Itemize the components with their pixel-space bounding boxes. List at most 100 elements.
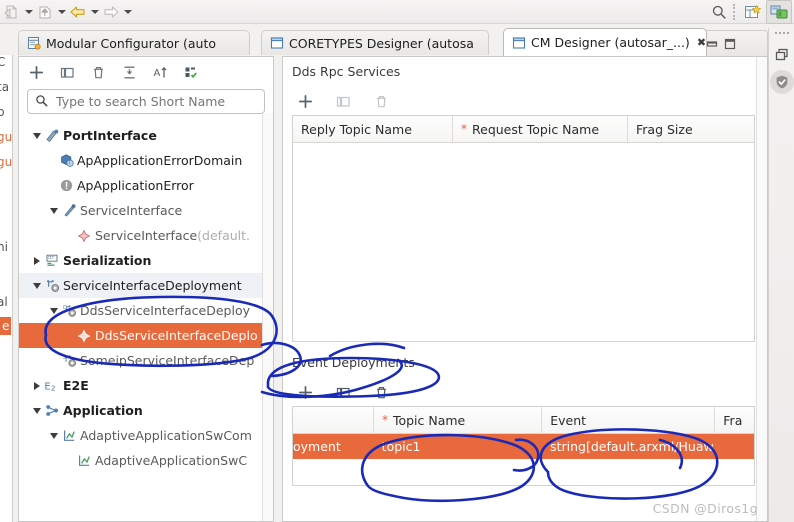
table-header-row: * Topic Name Event Fra xyxy=(293,407,754,434)
delete-icon[interactable] xyxy=(89,63,107,81)
delete-icon xyxy=(373,93,389,109)
editor-vertical-scrollbar[interactable] xyxy=(756,57,767,521)
tree-item-someipserviceinterfacedeployment[interactable]: S SomeipServiceInterfaceDep xyxy=(19,348,273,373)
cm-designer-editor: Dds Rpc Services Reply Topic Name * Requ… xyxy=(282,56,768,522)
tree-item-adaptiveapplicationswcomponenttype-instance[interactable]: AdaptiveApplicationSwC xyxy=(19,448,273,473)
toolbar-separator xyxy=(733,3,736,20)
editor-tab-coretypes-designer[interactable]: CORETYPES Designer (autosa xyxy=(261,30,489,55)
maximize-icon[interactable] xyxy=(722,36,738,52)
add-icon[interactable] xyxy=(297,384,313,400)
error-icon xyxy=(57,178,75,193)
tree-item-portinterface[interactable]: PortInterface xyxy=(19,123,273,148)
event-deployments-table-body[interactable]: oyment topic1 string[default.arxml/Huaw xyxy=(293,434,754,485)
perspective-modeling-icon[interactable] xyxy=(740,0,766,24)
model-tree: PortInterface i ApApplicationErrorDomain… xyxy=(19,123,273,517)
configurator-icon xyxy=(27,36,41,50)
shield-icon[interactable] xyxy=(769,70,794,94)
expander-down-icon[interactable] xyxy=(30,282,43,289)
search-input-wrapper[interactable] xyxy=(27,89,265,114)
duplicate-icon[interactable] xyxy=(335,384,351,400)
watermark: CSDN @Diros1g xyxy=(652,501,758,516)
service-interface-icon xyxy=(60,203,78,218)
tree-item-suffix: (default. xyxy=(197,228,251,243)
search-icon[interactable] xyxy=(709,2,729,22)
tree-item-ddsserviceinterfacedeployment-instance[interactable]: DdsServiceInterfaceDeplo xyxy=(19,323,273,348)
event-deployments-toolbar xyxy=(283,378,767,406)
restore-icon[interactable] xyxy=(770,43,794,67)
clipped-text-fragment: gu xyxy=(0,130,13,144)
search-input[interactable] xyxy=(54,93,253,110)
tree-item-label: SomeipServiceInterfaceDep xyxy=(80,353,255,368)
column-header-frag-size[interactable]: Frag Size xyxy=(628,116,753,142)
event-deployments-table: * Topic Name Event Fra oyment topic1 str… xyxy=(292,406,755,486)
error-domain-icon: i xyxy=(57,153,75,168)
tree-item-serviceinterfacedeployment[interactable]: ServiceInterfaceDeployment xyxy=(19,273,273,298)
forward-arrow-icon[interactable] xyxy=(101,2,121,22)
section-title-dds-rpc-services: Dds Rpc Services xyxy=(292,64,401,79)
duplicate-icon[interactable] xyxy=(58,63,76,81)
perspective-configuration-icon[interactable] xyxy=(766,0,792,24)
tree-item-adaptiveapplicationswcomponenttype-group[interactable]: AdaptiveApplicationSwCom xyxy=(19,423,273,448)
tree-item-application[interactable]: Application xyxy=(19,398,273,423)
toolbar-nav-group xyxy=(0,2,134,22)
close-icon[interactable]: ✖ xyxy=(697,36,706,49)
perspective-bar-drag-handle[interactable] xyxy=(774,32,789,40)
expander-down-icon[interactable] xyxy=(47,207,60,214)
tree-item-label: ServiceInterface xyxy=(80,203,183,218)
column-header-topic-name[interactable]: * Topic Name xyxy=(374,407,543,433)
editor-tab-cm-designer[interactable]: CM Designer (autosar_...) ✖ xyxy=(503,28,707,56)
collapse-all-icon[interactable] xyxy=(120,63,138,81)
duplicate-icon xyxy=(335,93,351,109)
tree-item-ddsserviceinterfacedeployment-group[interactable]: D DdsServiceInterfaceDeploy xyxy=(19,298,273,323)
add-icon[interactable] xyxy=(27,63,45,81)
tree-item-label: Serialization xyxy=(63,253,152,268)
up-dropdown-icon[interactable] xyxy=(55,2,68,22)
tree-item-serialization[interactable]: Serialization xyxy=(19,248,273,273)
tree-item-apapplicationerrordomain[interactable]: i ApApplicationErrorDomain xyxy=(19,148,273,173)
dds-rpc-services-table-body[interactable] xyxy=(293,143,754,341)
open-icon[interactable] xyxy=(2,2,22,22)
column-header-blank[interactable] xyxy=(293,407,374,433)
required-marker: * xyxy=(381,413,388,427)
cell-deployment: oyment xyxy=(293,439,341,454)
expander-down-icon[interactable] xyxy=(30,132,43,139)
column-header-event[interactable]: Event xyxy=(542,407,716,433)
expander-down-icon[interactable] xyxy=(47,307,60,314)
expander-right-icon[interactable] xyxy=(30,381,43,390)
tree-item-label: ApApplicationErrorDomain xyxy=(77,153,243,168)
up-one-level-icon[interactable] xyxy=(35,2,55,22)
expander-right-icon[interactable] xyxy=(30,256,43,265)
tree-item-serviceinterface-instance[interactable]: ServiceInterface (default. xyxy=(19,223,273,248)
forward-dropdown-icon[interactable] xyxy=(121,2,134,22)
delete-icon[interactable] xyxy=(373,384,389,400)
clipped-text-fragment: gu xyxy=(0,155,13,169)
sort-icon[interactable]: A xyxy=(151,63,169,81)
editor-tab-label: CM Designer (autosar_...) xyxy=(531,35,690,50)
tree-item-e2e[interactable]: E2 E2E xyxy=(19,373,273,398)
cell-topic-name: topic1 xyxy=(381,439,421,454)
expander-down-icon[interactable] xyxy=(30,407,43,414)
column-header-reply-topic-name[interactable]: Reply Topic Name xyxy=(293,116,453,142)
back-dropdown-icon[interactable] xyxy=(88,2,101,22)
clipped-text-fragment: ta xyxy=(0,80,10,94)
open-dropdown-icon[interactable] xyxy=(22,2,35,22)
clipped-text-fragment: ni xyxy=(0,240,8,254)
svg-text:2: 2 xyxy=(51,384,55,392)
column-header-request-topic-name[interactable]: * Request Topic Name xyxy=(453,116,628,142)
left-clipped-panel[interactable]: C ta p gu gu ni al e xyxy=(0,55,13,522)
table-header-row: Reply Topic Name * Request Topic Name Fr… xyxy=(293,116,754,143)
tree-item-label: ApApplicationError xyxy=(77,178,194,193)
cell-event: string[default.arxml/Huaw xyxy=(550,439,714,454)
tree-vertical-scrollbar[interactable] xyxy=(262,113,273,521)
someip-deployment-icon: S xyxy=(60,353,78,368)
tree-item-serviceinterface[interactable]: ServiceInterface xyxy=(19,198,273,223)
add-icon[interactable] xyxy=(297,93,313,109)
back-arrow-icon[interactable] xyxy=(68,2,88,22)
table-row[interactable]: oyment topic1 string[default.arxml/Huaw xyxy=(293,434,754,459)
tree-item-apapplicationerror[interactable]: ApApplicationError xyxy=(19,173,273,198)
editor-tab-modular-configurator[interactable]: Modular Configurator (auto xyxy=(18,30,250,55)
cell-frag xyxy=(715,434,754,459)
column-header-frag[interactable]: Fra xyxy=(715,407,754,433)
filter-icon[interactable] xyxy=(182,63,200,81)
expander-down-icon[interactable] xyxy=(47,432,60,439)
